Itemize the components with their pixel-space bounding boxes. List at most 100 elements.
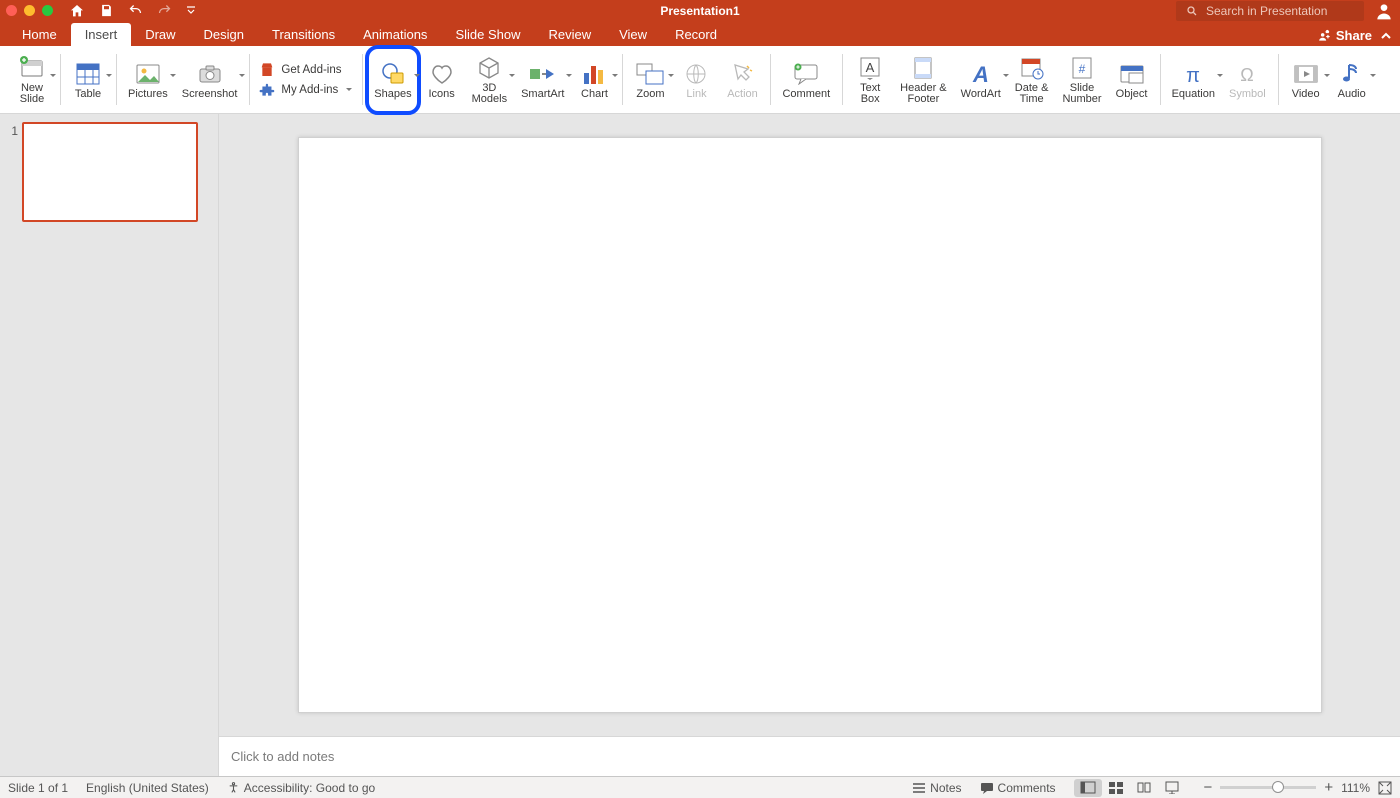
tab-insert[interactable]: Insert [71, 23, 132, 46]
models3d-button[interactable]: 3D Models [466, 48, 513, 112]
home-icon[interactable] [69, 3, 85, 19]
comments-toggle-label: Comments [998, 781, 1056, 795]
share-button[interactable]: Share [1318, 28, 1372, 43]
zoom-in-button[interactable]: + [1324, 779, 1333, 796]
zoom-slider[interactable] [1220, 786, 1316, 789]
tab-transitions[interactable]: Transitions [258, 23, 349, 46]
text-box-icon: A [859, 56, 881, 80]
comment-icon [793, 63, 819, 85]
pictures-button[interactable]: Pictures [122, 48, 174, 112]
chart-button[interactable]: Chart [572, 48, 616, 112]
group-slides: New Slide [4, 46, 60, 113]
date-time-button[interactable]: Date & Time [1009, 48, 1055, 112]
minimize-window-icon[interactable] [24, 5, 35, 16]
close-window-icon[interactable] [6, 5, 17, 16]
my-addins-button[interactable]: My Add-ins [259, 82, 352, 98]
tab-draw[interactable]: Draw [131, 23, 189, 46]
screenshot-button[interactable]: Screenshot [176, 48, 244, 112]
tab-design[interactable]: Design [190, 23, 258, 46]
reading-view-button[interactable] [1130, 779, 1158, 797]
tab-animations[interactable]: Animations [349, 23, 441, 46]
slide-number-icon: # [1071, 56, 1093, 80]
screenshot-icon [197, 63, 223, 85]
normal-view-button[interactable] [1074, 779, 1102, 797]
tab-view[interactable]: View [605, 23, 661, 46]
screenshot-label: Screenshot [182, 89, 238, 100]
notes-toggle[interactable]: Notes [912, 781, 961, 795]
comment-button[interactable]: Comment [776, 48, 836, 112]
audio-button[interactable]: Audio [1330, 48, 1374, 112]
tab-record[interactable]: Record [661, 23, 731, 46]
group-text: A Text Box Header & Footer A [842, 46, 1159, 113]
slide-canvas-area[interactable] [218, 114, 1400, 736]
reading-view-icon [1136, 781, 1152, 794]
ribbon-collapse-icon[interactable] [1380, 30, 1392, 42]
header-footer-label: Header & Footer [900, 83, 946, 105]
new-slide-button[interactable]: New Slide [10, 48, 54, 112]
sorter-view-button[interactable] [1102, 779, 1130, 797]
svg-text:Ω: Ω [1241, 65, 1254, 85]
qat-dropdown-icon[interactable] [186, 6, 196, 16]
video-button[interactable]: Video [1284, 48, 1328, 112]
comments-toggle[interactable]: Comments [980, 781, 1056, 795]
pictures-label: Pictures [128, 89, 168, 100]
undo-icon[interactable] [128, 3, 143, 18]
shapes-icon [380, 62, 406, 86]
puzzle-icon [259, 82, 275, 98]
audio-label: Audio [1338, 89, 1366, 100]
equation-button[interactable]: π Equation [1166, 48, 1221, 112]
title-bar: Presentation1 [0, 0, 1400, 21]
accessibility-status[interactable]: Accessibility: Good to go [227, 781, 375, 795]
zoom-slider-thumb[interactable] [1272, 781, 1284, 793]
symbol-label: Symbol [1229, 89, 1266, 100]
slide-number-button[interactable]: # Slide Number [1056, 48, 1107, 112]
group-media: Video Audio [1278, 46, 1380, 113]
redo-icon[interactable] [157, 3, 172, 18]
tab-review[interactable]: Review [534, 23, 605, 46]
cube-icon [477, 56, 501, 80]
date-time-label: Date & Time [1015, 83, 1049, 105]
save-icon[interactable] [99, 3, 114, 18]
group-tables: Table [60, 46, 116, 113]
window-controls[interactable] [6, 5, 53, 16]
table-label: Table [75, 89, 101, 100]
action-button: Action [720, 48, 764, 112]
icons-button[interactable]: Icons [420, 48, 464, 112]
slideshow-view-button[interactable] [1158, 779, 1186, 797]
thumbnail-slide-1[interactable] [22, 122, 198, 222]
symbol-button: Ω Symbol [1223, 48, 1272, 112]
my-addins-label: My Add-ins [281, 84, 338, 96]
language-indicator[interactable]: English (United States) [86, 781, 209, 795]
tab-home[interactable]: Home [8, 23, 71, 46]
link-icon [684, 63, 708, 85]
thumbnail-index: 1 [4, 122, 18, 138]
fit-to-window-button[interactable] [1378, 781, 1392, 795]
slide-canvas[interactable] [298, 137, 1322, 713]
icons-label: Icons [428, 89, 454, 100]
thumbnail-row[interactable]: 1 [4, 122, 212, 222]
header-footer-button[interactable]: Header & Footer [894, 48, 952, 112]
presentation-search[interactable] [1176, 1, 1364, 21]
sorter-view-icon [1108, 781, 1124, 794]
get-addins-button[interactable]: Get Add-ins [259, 62, 352, 78]
svg-text:A: A [972, 62, 989, 86]
slide-counter[interactable]: Slide 1 of 1 [8, 781, 68, 795]
zoom-controls: − + 111% [1204, 779, 1392, 796]
zoom-percentage[interactable]: 111% [1341, 781, 1370, 795]
table-button[interactable]: Table [66, 48, 110, 112]
wordart-button[interactable]: A WordArt [955, 48, 1007, 112]
object-button[interactable]: Object [1110, 48, 1154, 112]
zoom-out-button[interactable]: − [1204, 779, 1213, 796]
slideshow-view-icon [1164, 781, 1180, 794]
slide-thumbnail-panel[interactable]: 1 [0, 114, 218, 776]
zoom-button[interactable]: Zoom [628, 48, 672, 112]
smartart-button[interactable]: SmartArt [515, 48, 570, 112]
shapes-button[interactable]: Shapes [368, 48, 417, 112]
share-icon [1318, 29, 1332, 43]
fullscreen-window-icon[interactable] [42, 5, 53, 16]
text-box-button[interactable]: A Text Box [848, 48, 892, 112]
notes-pane[interactable]: Click to add notes [218, 736, 1400, 776]
account-avatar-icon[interactable] [1374, 1, 1394, 21]
tab-slide-show[interactable]: Slide Show [441, 23, 534, 46]
search-input[interactable] [1204, 3, 1354, 19]
